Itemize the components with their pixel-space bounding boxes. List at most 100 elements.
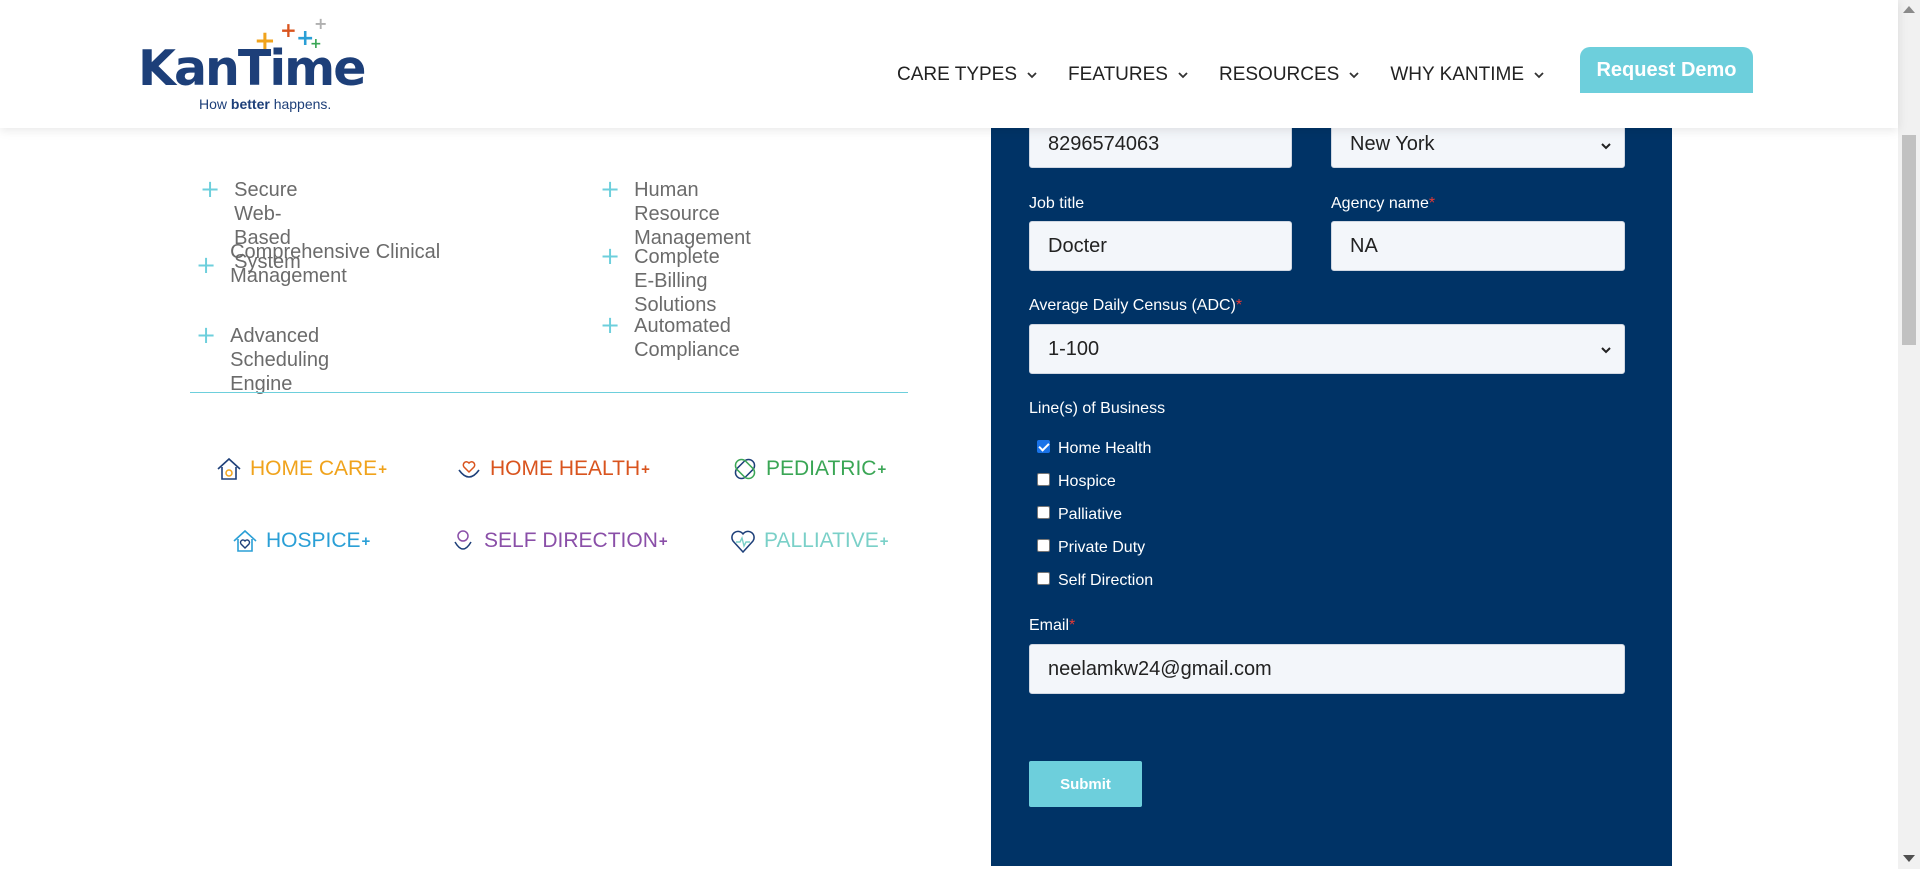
scroll-down-arrow-icon[interactable] (1903, 855, 1915, 862)
nav-label: FEATURES (1068, 64, 1168, 85)
hospice-house-icon (233, 529, 257, 552)
page-scrollbar[interactable] (1898, 0, 1920, 869)
section-divider (190, 392, 908, 393)
care-type-label: SELF DIRECTION (484, 529, 658, 552)
care-type-label: PALLIATIVE (764, 529, 879, 552)
care-type-label: HOME HEALTH (490, 457, 641, 480)
plus-icon: + (600, 242, 621, 270)
label-text: Agency name (1331, 195, 1429, 212)
checkbox-checked[interactable] (1037, 439, 1050, 453)
lob-palliative[interactable]: Palliative (1037, 505, 1123, 524)
job-title-field[interactable]: Docter (1029, 221, 1292, 271)
care-plus-mark: + (361, 532, 371, 550)
care-type-home-care[interactable]: HOME CARE + (214, 454, 387, 484)
nav-features[interactable]: FEATURES (1068, 64, 1189, 86)
feature-label: Comprehensive Clinical Management (230, 241, 441, 287)
plus-icon: + (196, 321, 217, 349)
care-plus-mark: + (879, 532, 889, 550)
care-plus-mark: + (658, 532, 668, 550)
nav-label: CARE TYPES (897, 64, 1018, 85)
required-mark: * (1069, 617, 1076, 634)
required-mark: * (1235, 297, 1243, 314)
chevron-down-icon (1601, 347, 1611, 354)
email-value: neelamkw24@gmail.com (1048, 657, 1272, 680)
care-plus-mark: + (378, 460, 387, 478)
plus-icon: + (600, 175, 621, 203)
tagline-bold: better (230, 96, 270, 112)
submit-button[interactable]: Submit (1029, 761, 1142, 807)
care-type-label: HOSPICE (266, 529, 361, 552)
house-icon (217, 457, 241, 480)
adc-value: 1-100 (1048, 337, 1100, 360)
care-type-palliative[interactable]: PALLIATIVE + (728, 526, 889, 556)
job-title-label: Job title (1029, 195, 1084, 213)
nav-label: WHY KANTIME (1390, 64, 1525, 85)
checkbox[interactable] (1037, 505, 1050, 519)
nav-label: RESOURCES (1218, 64, 1340, 85)
tagline-part: How (199, 96, 228, 112)
plus-icon: + (600, 311, 621, 339)
agency-name-value: NA (1350, 234, 1378, 257)
checkbox-label: Hospice (1058, 473, 1116, 490)
logo-wordmark: KanTime (138, 40, 366, 97)
care-type-label: PEDIATRIC (766, 457, 877, 480)
checkbox[interactable] (1037, 538, 1050, 552)
label-text: Average Daily Census (ADC) (1029, 297, 1236, 314)
feature-item: + Human Resource Management (600, 175, 751, 250)
feature-item: + Advanced Scheduling Engine (196, 321, 329, 396)
agency-name-label: Agency name* (1331, 195, 1435, 213)
chevron-down-icon (1178, 72, 1188, 79)
label-text: Email (1029, 617, 1070, 634)
tagline-part: happens. (273, 96, 332, 112)
logo-plus-icon: + (314, 14, 328, 33)
agency-name-field[interactable]: NA (1331, 221, 1625, 271)
nav-why-kantime[interactable]: WHY KANTIME (1390, 64, 1545, 86)
plus-icon: + (196, 251, 217, 279)
logo-plus-icon: + (280, 18, 297, 42)
care-type-label: HOME CARE (250, 457, 378, 480)
lob-private-duty[interactable]: Private Duty (1037, 538, 1145, 557)
phone-value: 8296574063 (1048, 132, 1160, 155)
plus-icon: + (200, 175, 221, 203)
care-type-pediatric[interactable]: PEDIATRIC + (730, 454, 886, 484)
feature-item: + Comprehensive Clinical Management (196, 240, 466, 288)
scrollbar-thumb[interactable] (1902, 135, 1916, 345)
required-mark: * (1428, 195, 1436, 212)
kantime-logo[interactable]: + + + + + KanTime How better happens. (138, 16, 366, 114)
request-demo-button[interactable]: Request Demo (1580, 47, 1753, 93)
checkbox[interactable] (1037, 472, 1050, 486)
feature-item: + Complete E-Billing Solutions (600, 242, 720, 317)
checkbox[interactable] (1037, 571, 1050, 585)
checkbox-label: Self Direction (1058, 572, 1154, 589)
feature-label: Complete E-Billing Solutions (634, 246, 720, 316)
email-label: Email* (1029, 617, 1075, 635)
email-field[interactable]: neelamkw24@gmail.com (1029, 644, 1625, 694)
chevron-down-icon (1027, 72, 1037, 79)
feature-label: Human Resource Management (634, 179, 751, 249)
care-type-home-health[interactable]: HOME HEALTH + (454, 454, 650, 484)
pediatric-icon (734, 458, 756, 480)
care-plus-mark: + (641, 460, 650, 478)
adc-label: Average Daily Census (ADC)* (1029, 297, 1242, 315)
feature-label: Automated Compliance (634, 315, 740, 361)
logo-tagline: How better happens. (199, 96, 331, 112)
scroll-up-arrow-icon[interactable] (1903, 6, 1915, 13)
care-type-hospice[interactable]: HOSPICE + (230, 526, 370, 556)
chevron-down-icon (1601, 143, 1611, 150)
care-type-self-direction[interactable]: SELF DIRECTION + (448, 526, 668, 556)
checkbox-label: Palliative (1058, 506, 1123, 523)
chevron-down-icon (1534, 72, 1544, 79)
heart-pulse-icon (731, 530, 755, 554)
lob-self-direction[interactable]: Self Direction (1037, 571, 1154, 590)
nav-care-types[interactable]: CARE TYPES (897, 64, 1038, 86)
label-text: Line(s) of Business (1029, 400, 1166, 417)
lob-label: Line(s) of Business (1029, 400, 1165, 418)
job-title-value: Docter (1048, 234, 1107, 257)
flower-hands-icon (454, 530, 472, 550)
adc-select[interactable]: 1-100 (1029, 324, 1625, 374)
main-nav: CARE TYPES FEATURES RESOURCES WHY KANTIM… (897, 64, 1575, 86)
care-plus-mark: + (877, 460, 887, 478)
lob-home-health[interactable]: Home Health (1037, 439, 1151, 458)
lob-hospice[interactable]: Hospice (1037, 472, 1116, 491)
nav-resources[interactable]: RESOURCES (1219, 64, 1360, 86)
